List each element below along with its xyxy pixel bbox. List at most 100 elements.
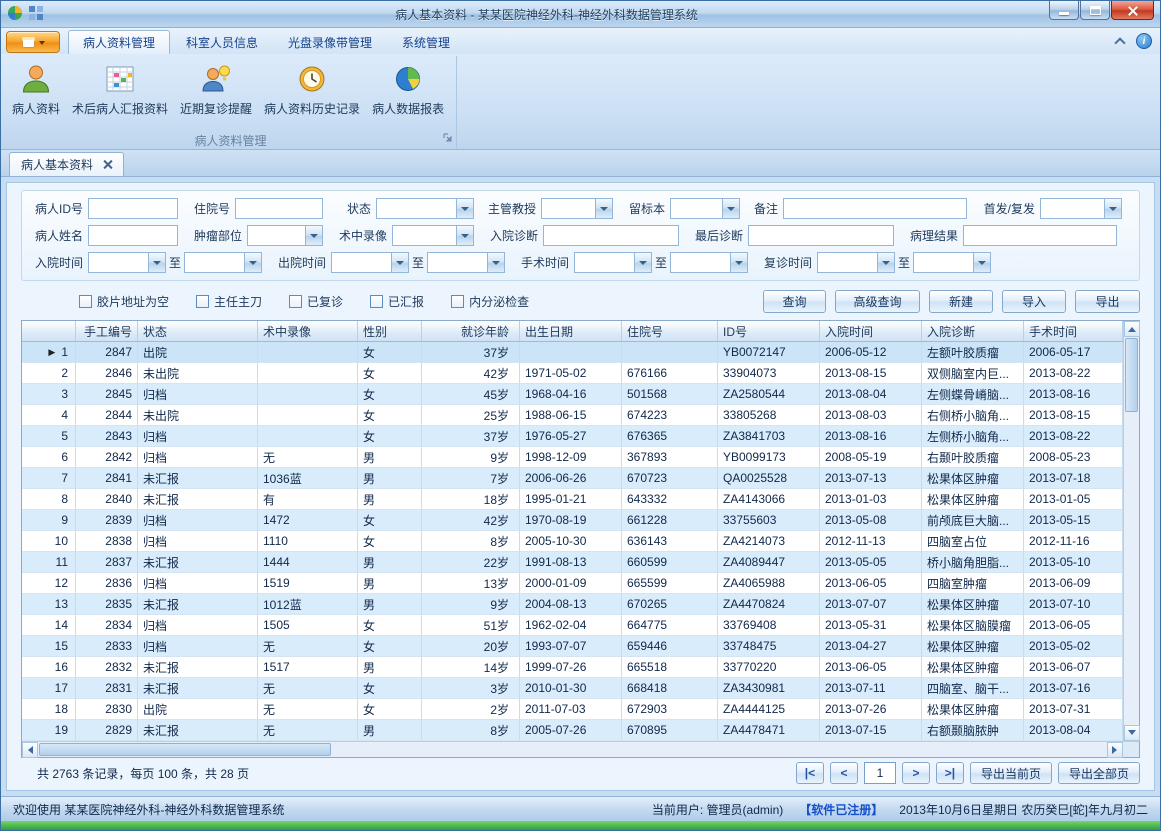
info-icon[interactable]: i [1136, 33, 1152, 49]
surgery-time-from-select[interactable] [574, 252, 652, 273]
table-row[interactable]: 112837未汇报1444男22岁1991-08-13660599ZA40894… [22, 552, 1123, 573]
dropdown-arrow-icon[interactable] [391, 253, 408, 272]
dropdown-arrow-icon[interactable] [305, 226, 322, 245]
new-button[interactable]: 新建 [929, 290, 993, 313]
dropdown-arrow-icon[interactable] [148, 253, 165, 272]
table-row[interactable]: 32845归档女45岁1968-04-16501568ZA25805442013… [22, 384, 1123, 405]
dropdown-arrow-icon[interactable] [1104, 199, 1121, 218]
table-row[interactable]: 82840未汇报有男18岁1995-01-21643332ZA414306620… [22, 489, 1123, 510]
first-page-button[interactable]: |< [796, 762, 824, 784]
discharge-time-to-select[interactable] [427, 252, 505, 273]
checkbox-icon[interactable] [451, 295, 464, 308]
ribbon-tab-4[interactable]: 系统管理 [388, 30, 464, 54]
column-header-surgery-date[interactable]: 手术时间 [1024, 321, 1123, 341]
ribbon-button-4[interactable]: 病人资料历史记录 [259, 59, 365, 119]
revisit-time-to-select[interactable] [913, 252, 991, 273]
status-select[interactable] [376, 198, 474, 219]
import-button[interactable]: 导入 [1002, 290, 1066, 313]
ribbon-tab-2[interactable]: 科室人员信息 [172, 30, 272, 54]
dropdown-arrow-icon[interactable] [456, 226, 473, 245]
close-tab-icon[interactable] [103, 160, 112, 169]
close-button[interactable] [1111, 1, 1154, 20]
remark-input[interactable] [783, 198, 967, 219]
endocrine-exam-checkbox[interactable]: 内分泌检查 [451, 293, 529, 310]
dialog-launcher-icon[interactable] [442, 132, 453, 146]
first-recurrence-select[interactable] [1040, 198, 1122, 219]
dropdown-arrow-icon[interactable] [730, 253, 747, 272]
checkbox-icon[interactable] [79, 295, 92, 308]
horizontal-scroll-thumb[interactable] [39, 743, 331, 756]
table-row[interactable]: 22846未出院女42岁1971-05-02676166339040732013… [22, 363, 1123, 384]
admission-no-input[interactable] [235, 198, 323, 219]
vertical-scrollbar[interactable] [1123, 321, 1139, 741]
patient-id-input[interactable] [88, 198, 178, 219]
ribbon-button-1[interactable]: 病人资料 [7, 59, 65, 119]
ribbon-button-2[interactable]: 术后病人汇报资料 [67, 59, 173, 119]
dropdown-arrow-icon[interactable] [722, 199, 739, 218]
dropdown-arrow-icon[interactable] [595, 199, 612, 218]
column-header-id-no[interactable]: ID号 [718, 321, 820, 341]
ribbon-button-5[interactable]: 病人数据报表 [367, 59, 449, 119]
horizontal-scrollbar[interactable] [22, 741, 1139, 757]
surgery-time-to-select[interactable] [670, 252, 748, 273]
table-row[interactable]: 182830出院无女2岁2011-07-03672903ZA4444125201… [22, 699, 1123, 720]
checkbox-icon[interactable] [370, 295, 383, 308]
export-button[interactable]: 导出 [1075, 290, 1140, 313]
table-row[interactable]: 92839归档1472女42岁1970-08-19661228337556032… [22, 510, 1123, 531]
horizontal-scroll-track[interactable] [332, 742, 1107, 757]
revisited-checkbox[interactable]: 已复诊 [289, 293, 343, 310]
quick-access-icon[interactable] [28, 5, 44, 24]
column-header-admit-diagnosis[interactable]: 入院诊断 [922, 321, 1024, 341]
pathology-result-input[interactable] [963, 225, 1117, 246]
admit-time-to-select[interactable] [184, 252, 262, 273]
ribbon-tab-3[interactable]: 光盘录像带管理 [274, 30, 386, 54]
dropdown-arrow-icon[interactable] [973, 253, 990, 272]
discharge-time-from-select[interactable] [331, 252, 409, 273]
maximize-button[interactable] [1080, 1, 1110, 20]
admit-diagnosis-input[interactable] [543, 225, 679, 246]
patient-name-input[interactable] [88, 225, 178, 246]
minimize-button[interactable] [1049, 1, 1079, 20]
dropdown-arrow-icon[interactable] [877, 253, 894, 272]
dropdown-arrow-icon[interactable] [244, 253, 261, 272]
table-row[interactable]: 42844未出院女25岁1988-06-15674223338052682013… [22, 405, 1123, 426]
dropdown-arrow-icon[interactable] [487, 253, 504, 272]
final-diagnosis-input[interactable] [748, 225, 894, 246]
last-page-button[interactable]: >| [936, 762, 964, 784]
table-row[interactable]: 142834归档1505女51岁1962-02-0466477533769408… [22, 615, 1123, 636]
table-row[interactable]: 62842归档无男9岁1998-12-09367893YB00991732008… [22, 447, 1123, 468]
tumor-site-select[interactable] [247, 225, 323, 246]
table-row[interactable]: 162832未汇报1517男14岁1999-07-266655183377022… [22, 657, 1123, 678]
table-row[interactable]: 192829未汇报无男8岁2005-07-26670895ZA447847120… [22, 720, 1123, 741]
revisit-time-from-select[interactable] [817, 252, 895, 273]
scroll-up-button[interactable] [1124, 321, 1140, 337]
dropdown-arrow-icon[interactable] [456, 199, 473, 218]
checkbox-icon[interactable] [289, 295, 302, 308]
page-number-input[interactable] [864, 762, 896, 784]
export-current-page-button[interactable]: 导出当前页 [970, 762, 1052, 784]
table-row[interactable]: 172831未汇报无女3岁2010-01-30668418ZA343098120… [22, 678, 1123, 699]
column-header-status[interactable]: 状态 [138, 321, 258, 341]
column-header-gender[interactable]: 性别 [358, 321, 422, 341]
scroll-right-button[interactable] [1107, 742, 1123, 758]
column-header-birth-date[interactable]: 出生日期 [520, 321, 622, 341]
collapse-ribbon-icon[interactable] [1114, 37, 1125, 48]
table-row[interactable]: 122836归档1519男13岁2000-01-09665599ZA406598… [22, 573, 1123, 594]
column-header-admission-no[interactable]: 住院号 [622, 321, 718, 341]
column-header-video[interactable]: 术中录像 [258, 321, 358, 341]
column-header-age[interactable]: 就诊年龄 [422, 321, 520, 341]
table-row[interactable]: 152833归档无女20岁1993-07-0765944633748475201… [22, 636, 1123, 657]
specimen-select[interactable] [670, 198, 740, 219]
film-address-empty-checkbox[interactable]: 胶片地址为空 [79, 293, 169, 310]
scroll-down-button[interactable] [1124, 725, 1140, 741]
ribbon-tab-1[interactable]: 病人资料管理 [68, 30, 170, 54]
next-page-button[interactable]: > [902, 762, 930, 784]
tab-patient-basic-info[interactable]: 病人基本资料 [9, 152, 124, 176]
checkbox-icon[interactable] [196, 295, 209, 308]
professor-select[interactable] [541, 198, 613, 219]
chief-surgeon-checkbox[interactable]: 主任主刀 [196, 293, 262, 310]
reported-checkbox[interactable]: 已汇报 [370, 293, 424, 310]
table-row[interactable]: 132835未汇报1012蓝男9岁2004-08-13670265ZA44708… [22, 594, 1123, 615]
scroll-left-button[interactable] [22, 742, 38, 758]
vertical-scroll-thumb[interactable] [1125, 338, 1138, 412]
